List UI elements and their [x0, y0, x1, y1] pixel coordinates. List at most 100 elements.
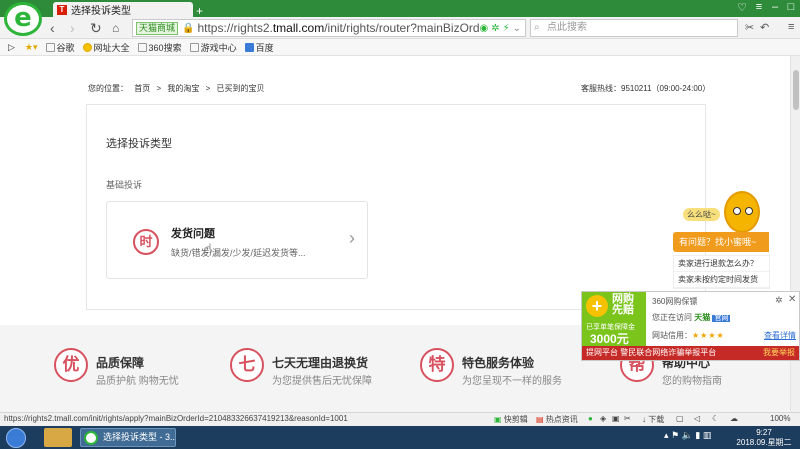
bee-mascot-icon[interactable]: [724, 191, 760, 233]
status-url: https://rights2.tmall.com/init/rights/ap…: [4, 414, 348, 423]
breadcrumb-home[interactable]: 首页: [134, 84, 150, 93]
paw-icon: [244, 42, 254, 52]
breadcrumb-separator: >: [156, 84, 162, 93]
moon-icon[interactable]: ☾: [712, 414, 719, 423]
bookmark-item[interactable]: 游戏中心: [189, 41, 237, 54]
url-input[interactable]: 天猫商城 🔒 https://rights2.tmall.com/init/ri…: [132, 19, 526, 37]
taskbar: 选择投诉类型 - 3... ▴ ⚑ 🔈 ▮ ▥ 9:27 2018.09.星期二: [0, 426, 800, 449]
zoom-level[interactable]: 100%: [770, 414, 790, 423]
gear-icon[interactable]: ✲: [491, 23, 499, 34]
volume-icon[interactable]: 🔈: [682, 430, 693, 440]
quick-edit-button[interactable]: ▣ 快剪辑: [494, 414, 528, 425]
more-menu-icon[interactable]: ≡: [788, 21, 794, 33]
tab-title: 选择投诉类型: [71, 6, 131, 17]
menu-icon[interactable]: ≡: [752, 1, 766, 13]
gear-icon[interactable]: ✲: [775, 295, 783, 306]
shield-icon[interactable]: ◈: [600, 414, 606, 423]
hand-cursor-icon: ☝: [204, 241, 212, 256]
url-text: https://rights2.tmall.com/init/rights/ro…: [197, 21, 480, 35]
shield-icon[interactable]: ◉: [479, 23, 488, 34]
helper-link[interactable]: 卖家未按约定时间发货: [674, 272, 769, 288]
scissors-icon[interactable]: ✂: [745, 21, 754, 34]
tray-up-arrow-icon[interactable]: ▴: [664, 430, 669, 440]
sound-icon[interactable]: ◁: [694, 414, 700, 423]
feature-title: 七天无理由退换货: [272, 356, 369, 370]
guard-credit: 网站信用：★★★★: [652, 331, 725, 340]
favorites-star-icon[interactable]: ★▾: [25, 42, 38, 53]
breadcrumb-separator: >: [205, 84, 211, 93]
chevron-right-icon: ›: [349, 228, 355, 248]
guard-report-bar: 提网平台 警民联合网络诈骗举报平台 我要举报: [582, 346, 799, 360]
image-icon[interactable]: ▣: [612, 414, 620, 423]
search-input[interactable]: ⌕ 点此搜索: [530, 19, 738, 37]
guard-logo-amount: 3000元: [590, 332, 629, 346]
breadcrumb: 您的位置： 首页 > 我的淘宝 > 已买到的宝贝: [88, 83, 269, 94]
ask-assistant-button[interactable]: 有问题？找小蜜哦~: [673, 232, 769, 252]
guard-header: 360网购保镖: [652, 297, 698, 306]
helper-speech-bubble: 么么哒~: [683, 208, 720, 221]
screenshot-icon[interactable]: ✂: [624, 414, 631, 423]
feature-subtitle: 品质护航 购物无忧: [96, 376, 179, 387]
forward-icon[interactable]: ›: [70, 20, 75, 36]
shopping-guard-popup: + 网购先赔 已享单笔保障金 3000元 360网购保镖 ✲ ✕ 您正在访问 天…: [581, 291, 800, 361]
speedup-icon[interactable]: ●: [588, 414, 593, 423]
start-button-icon[interactable]: [6, 428, 26, 448]
web-directory-icon: [82, 42, 92, 52]
mascot-eye: [733, 207, 741, 215]
explorer-folder-icon[interactable]: [44, 428, 72, 447]
clock-icon: 时: [133, 229, 159, 255]
plus-icon: +: [586, 295, 608, 317]
bookmark-item[interactable]: 网址大全: [82, 41, 130, 54]
service-hotline: 客服热线：9510211（09:00-24:00）: [581, 84, 711, 93]
notification-icon[interactable]: ▥: [703, 430, 712, 440]
download-button[interactable]: ↓ 下载: [642, 414, 664, 425]
undo-icon[interactable]: ↶: [760, 21, 769, 34]
lightning-icon[interactable]: ⚡: [503, 23, 510, 34]
guard-status: 您正在访问 天猫 官网: [652, 313, 731, 322]
close-icon[interactable]: ✕: [788, 294, 796, 305]
clock-time: 9:27: [756, 428, 772, 437]
bookmark-item[interactable]: 谷歌: [45, 41, 75, 54]
helper-link[interactable]: 卖家进行退款怎么办？: [674, 256, 769, 272]
dropdown-icon[interactable]: ⌄: [513, 23, 521, 34]
complaint-type-card[interactable]: 时 发货问题 缺货/错发/漏发/少发/延迟发货等... ›: [106, 201, 368, 279]
breadcrumb-purchased[interactable]: 已买到的宝贝: [217, 84, 265, 93]
rating-stars: ★★★★: [692, 331, 725, 340]
feature-subtitle: 为您呈现不一样的服务: [462, 376, 562, 387]
feature-title: 特色服务体验: [462, 356, 535, 370]
breadcrumb-my-taobao[interactable]: 我的淘宝: [167, 84, 199, 93]
guard-logo-name: 网购先赔: [612, 293, 634, 316]
reload-icon[interactable]: ↻: [90, 20, 102, 36]
address-bar: ‹ › ↻ ⌂ 天猫商城 🔒 https://rights2.tmall.com…: [0, 17, 800, 39]
window-icon[interactable]: ▢: [676, 414, 684, 423]
view-detail-link[interactable]: 查看详情: [764, 330, 796, 341]
sidebar-toggle-icon[interactable]: ▷: [8, 42, 15, 53]
bookmark-item[interactable]: 百度: [244, 41, 274, 54]
title-bar: T 选择投诉类型 + ♡ ≡ – □: [0, 0, 800, 18]
section-label: 基础投诉: [106, 180, 143, 190]
clock[interactable]: 9:27 2018.09.星期二: [736, 428, 792, 448]
cloud-icon[interactable]: ☁: [730, 414, 738, 423]
mascot-eye: [745, 207, 753, 215]
minimize-icon[interactable]: –: [768, 1, 782, 13]
maximize-icon[interactable]: □: [784, 1, 798, 13]
page-icon: [45, 42, 55, 52]
back-icon[interactable]: ‹: [50, 20, 55, 36]
helper-links: 卖家进行退款怎么办？ 卖家未按约定时间发货: [673, 255, 770, 289]
browser-tab-active[interactable]: T 选择投诉类型: [53, 2, 193, 17]
site-badge: 天猫商城: [136, 21, 179, 35]
scrollbar-thumb[interactable]: [793, 70, 799, 110]
bookmark-item[interactable]: 360搜索: [137, 41, 182, 54]
network-icon[interactable]: ▮: [695, 430, 700, 440]
taskbar-browser-item[interactable]: 选择投诉类型 - 3...: [80, 428, 176, 447]
report-link[interactable]: 我要举报: [763, 346, 795, 360]
hot-news-button[interactable]: ▤ 热点资讯: [536, 414, 578, 425]
clock-date: 2018.09.星期二: [736, 438, 792, 447]
page-title: 选择投诉类型: [106, 138, 172, 150]
home-icon[interactable]: ⌂: [112, 20, 119, 36]
flag-icon[interactable]: ⚑: [671, 430, 679, 440]
browser-icon: [84, 431, 98, 445]
quality-icon: 优: [54, 348, 88, 382]
skin-icon[interactable]: ♡: [735, 1, 749, 14]
new-tab-icon[interactable]: +: [196, 4, 203, 18]
